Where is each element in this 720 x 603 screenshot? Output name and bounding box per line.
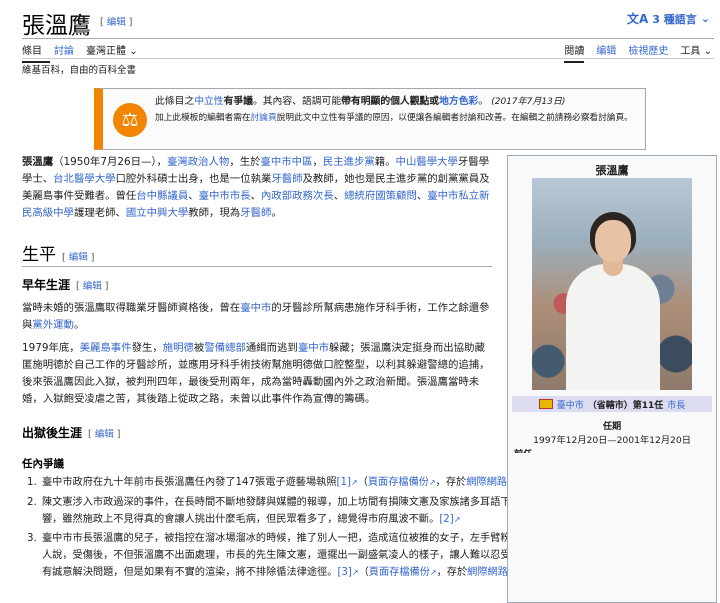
title-edit-link[interactable]: [ 编辑 ] [100,14,132,28]
page-title: 張溫鷹 [22,13,91,39]
chevron-down-icon: ⌄ [703,46,712,57]
language-button[interactable]: 文A 3 種語言 ⌄ [627,10,710,27]
section-edit-link[interactable]: [ 编辑 ] [76,281,108,292]
section-heading-life: 生平[ 编辑 ] [22,240,492,267]
office-header: 臺中市 （省轄市）第11任 市長 [512,396,712,412]
title-divider [22,38,714,39]
talk-page-link[interactable]: 討論頁 [251,113,277,123]
external-link-icon: ↗ [351,568,359,577]
external-link-icon: ↗ [429,568,437,577]
link[interactable]: 台中縣議員 [136,190,188,202]
external-link-icon: ↗ [453,515,461,524]
infobox-title: 張溫鷹 [595,164,629,177]
section-edit-link[interactable]: [ 编辑 ] [88,429,120,440]
link[interactable]: 黨外運動 [32,319,74,331]
subheading-term-controversies: 任內爭議 [22,458,64,470]
early-paragraph-2: 1979年底，美麗島事件發生，施明德被警備總部通緝而逃到臺中市躲藏；張溫鷹決定挺… [22,342,490,405]
tabs-divider [22,58,714,59]
intro-paragraph: 張溫鷹（1950年7月26日—），臺灣政治人物，生於臺中市中區，民主進步黨籍。中… [22,156,490,219]
photo-jacket [566,264,660,390]
site-tagline: 維基百科，自由的百科全書 [22,65,137,76]
scales-icon: ⚖ [113,103,147,137]
link[interactable]: 警備總部 [204,342,246,354]
link[interactable]: 施明德 [163,342,194,354]
link[interactable]: 民主進步黨 [323,156,375,168]
neutrality-notice: ⚖ 此條目之中立性有爭議。其內容、語調可能帶有明顯的個人觀點或地方色彩。 (20… [94,88,646,150]
infobox: 張溫鷹 臺中市 （省轄市）第11任 市長 任期 1997年12月20日—2001年1… [507,155,717,603]
archive-link[interactable]: 頁面存檔備份 [369,567,430,578]
early-paragraph-1: 當時未婚的張溫鷹取得職業牙醫師資格後，曾在臺中市的牙醫診所幫病患施作牙科手術，工… [22,302,490,331]
link[interactable]: 牙醫師 [240,207,271,219]
link[interactable]: 台北醫學大學 [53,173,115,185]
citation-link[interactable]: [2] [439,514,453,525]
link[interactable]: 中山醫學大學 [396,156,458,168]
neutrality-link[interactable]: 中立性 [194,96,223,107]
predecessor-label: 前任 [514,446,716,453]
external-link-icon: ↗ [428,478,436,487]
tab-talk[interactable]: 討論 [54,40,82,63]
namespace-tabs: 條目 討論 臺灣正體 ⌄ [22,40,150,63]
link[interactable]: 臺灣政治人物 [167,156,229,168]
link[interactable]: 總統府國策顧問 [344,190,417,202]
tab-history[interactable]: 檢視歷史 [628,40,668,63]
subsection-heading-after-prison: 出獄後生涯[ 编辑 ] [22,426,121,440]
city-flag-icon [538,399,553,409]
chevron-down-icon: ⌄ [700,12,710,25]
section-edit-link[interactable]: [ 编辑 ] [62,252,94,263]
tab-article[interactable]: 條目 [22,40,50,63]
photo-face [595,220,631,262]
subsection-heading-early: 早年生涯[ 编辑 ] [22,278,109,292]
link[interactable]: 臺中市市長 [199,190,251,202]
link[interactable]: 國立中興大學 [126,207,188,219]
regional-bias-link[interactable]: 地方色彩 [439,96,478,107]
translate-icon: 文A [627,12,649,26]
tab-read[interactable]: 閱讀 [564,40,585,63]
term-label: 任期 [602,421,622,432]
office-link[interactable]: 臺中市 [557,398,584,411]
link[interactable]: 臺中市 [298,342,329,354]
term-value: 1997年12月20日—2001年12月20日 [533,435,691,446]
link[interactable]: 臺中市中區 [261,156,313,168]
link[interactable]: 臺中市 [240,302,271,314]
chevron-down-icon: ⌄ [129,46,138,57]
citation-link[interactable]: [3] [337,567,351,578]
notice-date: (2017年7月13日) [491,97,566,107]
citation-link[interactable]: [1] [337,477,351,488]
variant-dropdown[interactable]: 臺灣正體 ⌄ [86,40,146,63]
tab-edit[interactable]: 编辑 [596,40,616,63]
portrait-photo[interactable] [532,178,692,390]
view-tabs: 閱讀 编辑 檢視歷史 工具 ⌄ [552,40,712,63]
link[interactable]: 牙醫師 [271,173,302,185]
external-link-icon: ↗ [350,478,358,487]
link[interactable]: 美麗島事件 [80,342,132,354]
tools-dropdown[interactable]: 工具 ⌄ [680,40,712,63]
link[interactable]: 內政部政務次長 [261,190,334,202]
mayor-link[interactable]: 市長 [667,398,685,411]
archive-link[interactable]: 頁面存檔備份 [368,477,429,488]
notice-text: 此條目之中立性有爭議。其內容、語調可能帶有明顯的個人觀點或地方色彩。 (2017… [155,96,633,123]
